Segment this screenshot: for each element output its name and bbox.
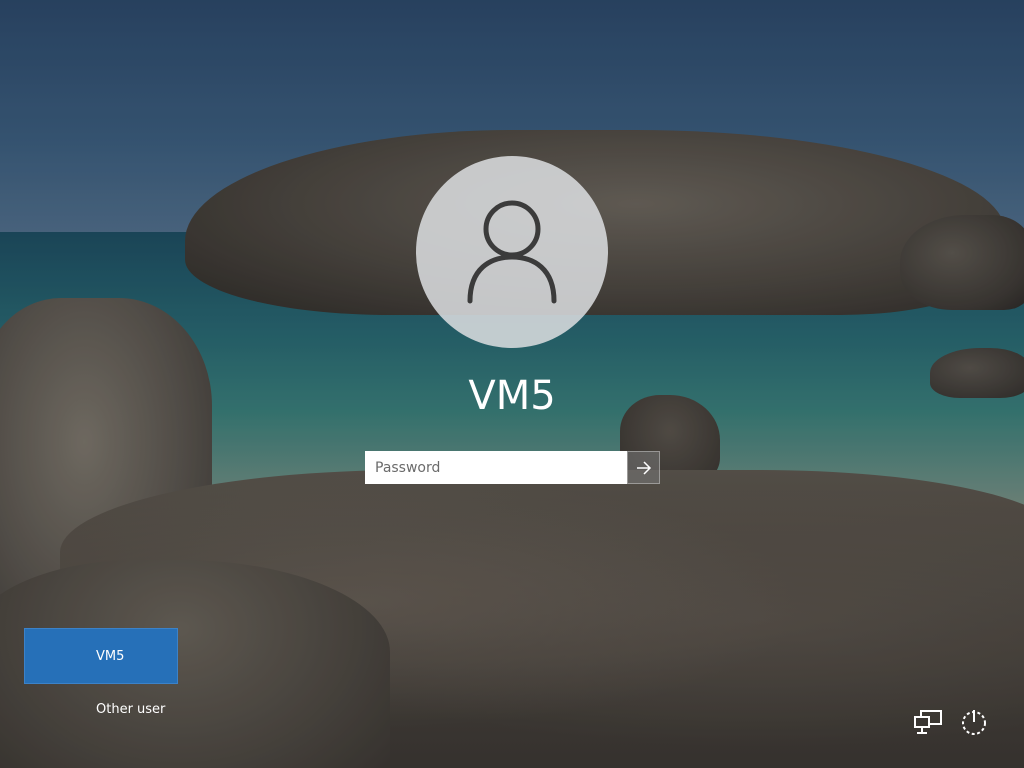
user-tile-label: VM5 (96, 648, 125, 664)
user-avatar (416, 156, 608, 348)
password-input[interactable] (365, 451, 627, 484)
submit-button[interactable] (627, 451, 660, 484)
password-form (365, 451, 660, 484)
user-icon (467, 200, 557, 304)
other-user-link[interactable]: Other user (96, 702, 165, 717)
arrow-right-icon (636, 460, 651, 475)
lock-screen: VM5 VM5 Other user (0, 0, 1024, 768)
user-tile-vm5[interactable]: VM5 (24, 628, 178, 684)
login-username: VM5 (468, 373, 556, 419)
power-icon[interactable] (957, 708, 991, 736)
network-icon[interactable] (911, 708, 945, 736)
